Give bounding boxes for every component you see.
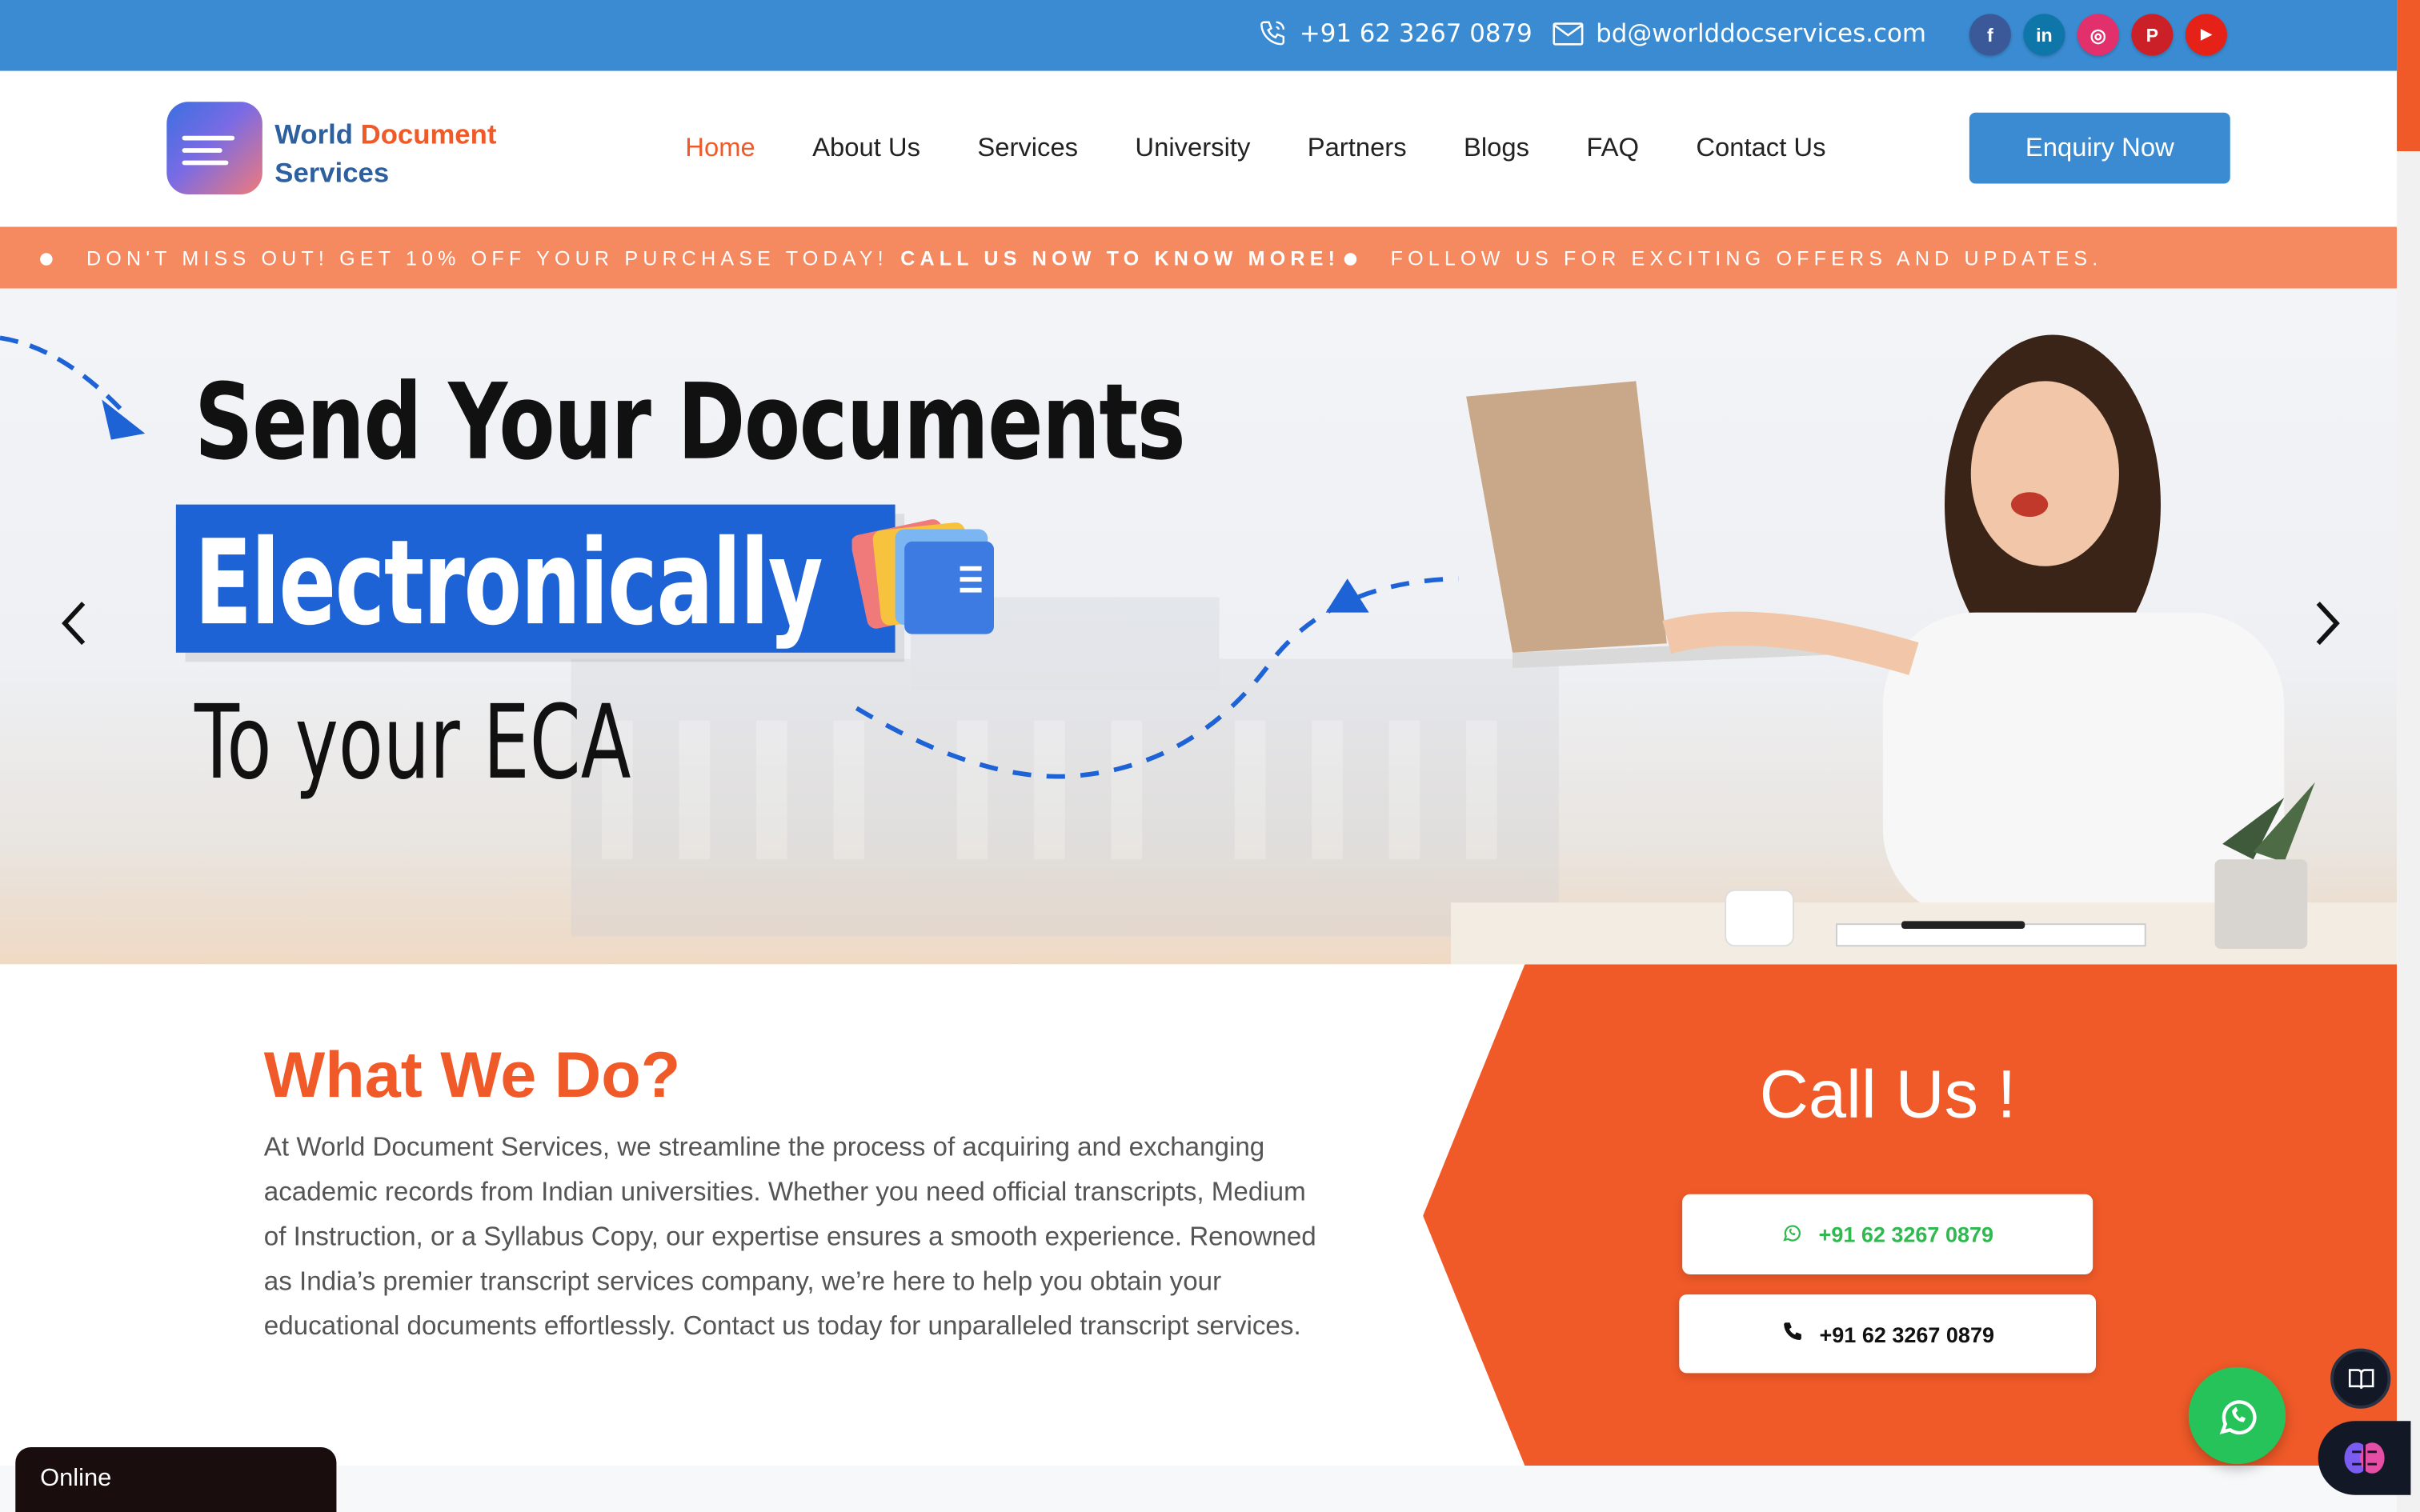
reader-mode-button[interactable] xyxy=(2330,1348,2391,1409)
page-scrollbar[interactable] xyxy=(2397,0,2420,1512)
folders-icon xyxy=(851,519,994,634)
topbar-phone-text: +91 62 3267 0879 xyxy=(1299,18,1533,48)
call-us-title: Call Us ! xyxy=(1759,1057,2017,1133)
main-nav: Home About Us Services University Partne… xyxy=(685,133,1883,164)
ticker-item-follow[interactable]: FOLLOW US FOR EXCITING OFFERS AND UPDATE… xyxy=(1344,247,2103,270)
youtube-icon[interactable]: ▶ xyxy=(2185,14,2227,56)
promo-ticker: DON'T MISS OUT! GET 10% OFF YOUR PURCHAS… xyxy=(0,226,2398,289)
bullet-icon xyxy=(40,252,53,265)
facebook-icon[interactable]: f xyxy=(1969,14,2011,56)
hero-heading-line3: To your ECA xyxy=(194,683,631,802)
nav-about-us[interactable]: About Us xyxy=(812,133,920,164)
whatsapp-call-button[interactable]: +91 62 3267 0879 xyxy=(1682,1194,2093,1274)
scrollbar-thumb[interactable] xyxy=(2397,0,2420,151)
hero-slider: Send Your Documents Electronically To yo… xyxy=(0,288,2398,965)
bullet-icon xyxy=(1344,252,1357,265)
what-we-do-section: What We Do? At World Document Services, … xyxy=(0,964,2398,1466)
what-we-do-title: What We Do? xyxy=(263,1038,681,1111)
site-logo[interactable]: World Document Services xyxy=(166,102,552,198)
nav-services[interactable]: Services xyxy=(977,133,1078,164)
pinterest-icon[interactable]: P xyxy=(2131,14,2174,56)
next-section-strip xyxy=(0,1466,2398,1512)
hero-heading-line1: Send Your Documents xyxy=(194,362,1186,485)
brain-icon xyxy=(2344,1442,2385,1474)
slider-next-arrow[interactable] xyxy=(2309,597,2346,663)
whatsapp-icon xyxy=(2218,1399,2256,1434)
topbar-email[interactable]: bd@worlddocservices.com xyxy=(1553,18,1926,48)
nav-partners[interactable]: Partners xyxy=(1308,133,1407,164)
mail-icon xyxy=(1553,21,1584,46)
logo-text: World Document Services xyxy=(274,118,497,189)
nav-home[interactable]: Home xyxy=(685,133,755,164)
ai-assistant-button[interactable] xyxy=(2318,1421,2411,1495)
linkedin-icon[interactable]: in xyxy=(2023,14,2065,56)
nav-blogs[interactable]: Blogs xyxy=(1464,133,1529,164)
slider-prev-arrow[interactable] xyxy=(55,597,92,663)
phone-call-button[interactable]: +91 62 3267 0879 xyxy=(1679,1294,2096,1374)
ticker-item-offer[interactable]: DON'T MISS OUT! GET 10% OFF YOUR PURCHAS… xyxy=(40,247,1340,270)
site-header: World Document Services Home About Us Se… xyxy=(0,70,2398,227)
enquiry-now-button[interactable]: Enquiry Now xyxy=(1969,112,2230,184)
instagram-icon[interactable]: ◎ xyxy=(2077,14,2119,56)
phone-icon xyxy=(1781,1320,1804,1348)
book-icon xyxy=(2347,1368,2374,1388)
nav-contact-us[interactable]: Contact Us xyxy=(1696,133,1825,164)
topbar-phone[interactable]: +91 62 3267 0879 xyxy=(1258,18,1533,48)
topbar-email-text: bd@worlddocservices.com xyxy=(1596,18,1926,48)
nav-university[interactable]: University xyxy=(1135,133,1250,164)
what-we-do-body: At World Document Services, we streamlin… xyxy=(263,1130,1316,1341)
phone-icon xyxy=(1258,18,1288,48)
chat-online-widget[interactable]: Online xyxy=(15,1446,337,1512)
logo-mark-icon xyxy=(166,102,262,194)
whatsapp-float-button[interactable] xyxy=(2188,1366,2286,1465)
woman-with-laptop-image xyxy=(1450,334,2398,965)
nav-faq[interactable]: FAQ xyxy=(1586,133,1639,164)
hero-heading-highlight: Electronically xyxy=(175,504,895,653)
whatsapp-icon xyxy=(1781,1221,1803,1247)
social-links: f in ◎ P ▶ xyxy=(1969,14,2227,56)
dashed-arrow-decoration xyxy=(0,335,146,440)
top-contact-bar: +91 62 3267 0879 bd@worlddocservices.com… xyxy=(0,0,2398,71)
